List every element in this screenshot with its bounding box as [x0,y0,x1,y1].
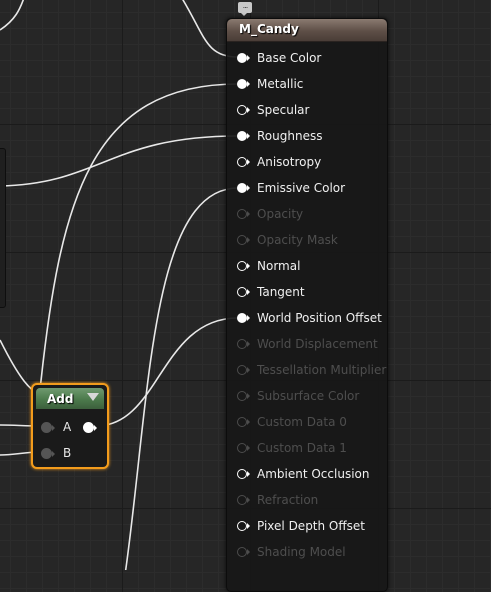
wire-world-position-offset [95,317,239,427]
pin-custom-data-0-icon [237,416,250,428]
pin-label: Roughness [257,129,323,143]
wire-offscreen-top [0,0,25,31]
pin-row-shading-model: Shading Model [237,543,346,561]
wire-metallic [39,83,239,391]
pin-label: Opacity Mask [257,233,338,247]
pin-row-tessellation-multiplier: Tessellation Multiplier [237,361,386,379]
pin-anisotropy-icon[interactable] [237,156,250,168]
add-input-a-pin[interactable] [41,422,55,434]
wire-emissive [124,187,239,570]
add-input-b-label: B [63,446,72,460]
pin-base-color-icon[interactable] [237,52,250,64]
pin-opacity-mask-icon [237,234,250,246]
pin-row-ambient-occlusion[interactable]: Ambient Occlusion [237,465,369,483]
add-output-pin[interactable] [83,422,97,434]
add-input-a-label: A [63,420,72,434]
pin-pixel-depth-offset-icon[interactable] [237,520,250,532]
add-input-b-pin[interactable] [41,448,55,460]
pin-normal-icon[interactable] [237,260,250,272]
pin-label: Ambient Occlusion [257,467,370,481]
pin-tessellation-multiplier-icon [237,364,250,376]
offscreen-node[interactable] [0,148,6,308]
pin-row-world-position-offset[interactable]: World Position Offset [237,309,382,327]
pin-row-tangent[interactable]: Tangent [237,283,305,301]
add-node-header[interactable]: Add [36,388,104,409]
pin-tangent-icon[interactable] [237,286,250,298]
pin-label: Pixel Depth Offset [257,519,365,533]
material-node-header[interactable]: M_Candy [227,19,387,42]
pin-label: World Position Offset [257,311,382,325]
pin-label: Anisotropy [257,155,322,169]
pin-label: Subsurface Color [257,389,360,403]
pin-subsurface-color-icon [237,390,250,402]
pin-row-base-color[interactable]: Base Color [237,49,321,67]
pin-emissive-color-icon[interactable] [237,182,250,194]
pin-row-emissive-color[interactable]: Emissive Color [237,179,345,197]
pin-specular-icon[interactable] [237,104,250,116]
pin-row-specular[interactable]: Specular [237,101,309,119]
pin-label: Shading Model [257,545,346,559]
pin-label: Emissive Color [257,181,346,195]
add-node[interactable]: Add A B [31,383,109,469]
pin-refraction-icon [237,494,250,506]
pin-row-opacity: Opacity [237,205,303,223]
pin-label: Refraction [257,493,319,507]
pin-label: Custom Data 0 [257,415,347,429]
pin-row-roughness[interactable]: Roughness [237,127,322,145]
material-node-title: M_Candy [239,22,299,36]
pin-label: Opacity [257,207,304,221]
pin-row-refraction: Refraction [237,491,318,509]
pin-row-opacity-mask: Opacity Mask [237,231,338,249]
pin-label: Tangent [257,285,305,299]
pin-row-subsurface-color: Subsurface Color [237,387,359,405]
pin-row-custom-data-0: Custom Data 0 [237,413,347,431]
pin-label: Tessellation Multiplier [257,363,387,377]
pin-metallic-icon[interactable] [237,78,250,90]
pin-custom-data-1-icon [237,442,250,454]
pin-roughness-icon[interactable] [237,130,250,142]
pin-row-world-displacement: World Displacement [237,335,378,353]
pin-label: Specular [257,103,310,117]
add-node-title: Add [47,392,74,406]
wire-roughness [0,135,239,187]
pin-opacity-icon [237,208,250,220]
pin-label: World Displacement [257,337,378,351]
pin-world-displacement-icon [237,338,250,350]
pin-label: Base Color [257,51,322,65]
comment-bubble-icon[interactable]: ... [238,1,252,16]
pin-label: Metallic [257,77,304,91]
material-result-node[interactable]: M_Candy Base Color Metallic Specular Roughn… [226,18,388,592]
pin-row-pixel-depth-offset[interactable]: Pixel Depth Offset [237,517,365,535]
pin-row-normal[interactable]: Normal [237,257,300,275]
dropdown-arrow-icon[interactable] [87,393,99,401]
pin-shading-model-icon [237,546,250,558]
pin-world-position-offset-icon[interactable] [237,312,250,324]
pin-label: Custom Data 1 [257,441,347,455]
pin-row-metallic[interactable]: Metallic [237,75,303,93]
pin-row-custom-data-1: Custom Data 1 [237,439,347,457]
pin-label: Normal [257,259,301,273]
pin-row-anisotropy[interactable]: Anisotropy [237,153,321,171]
pin-ambient-occlusion-icon[interactable] [237,468,250,480]
